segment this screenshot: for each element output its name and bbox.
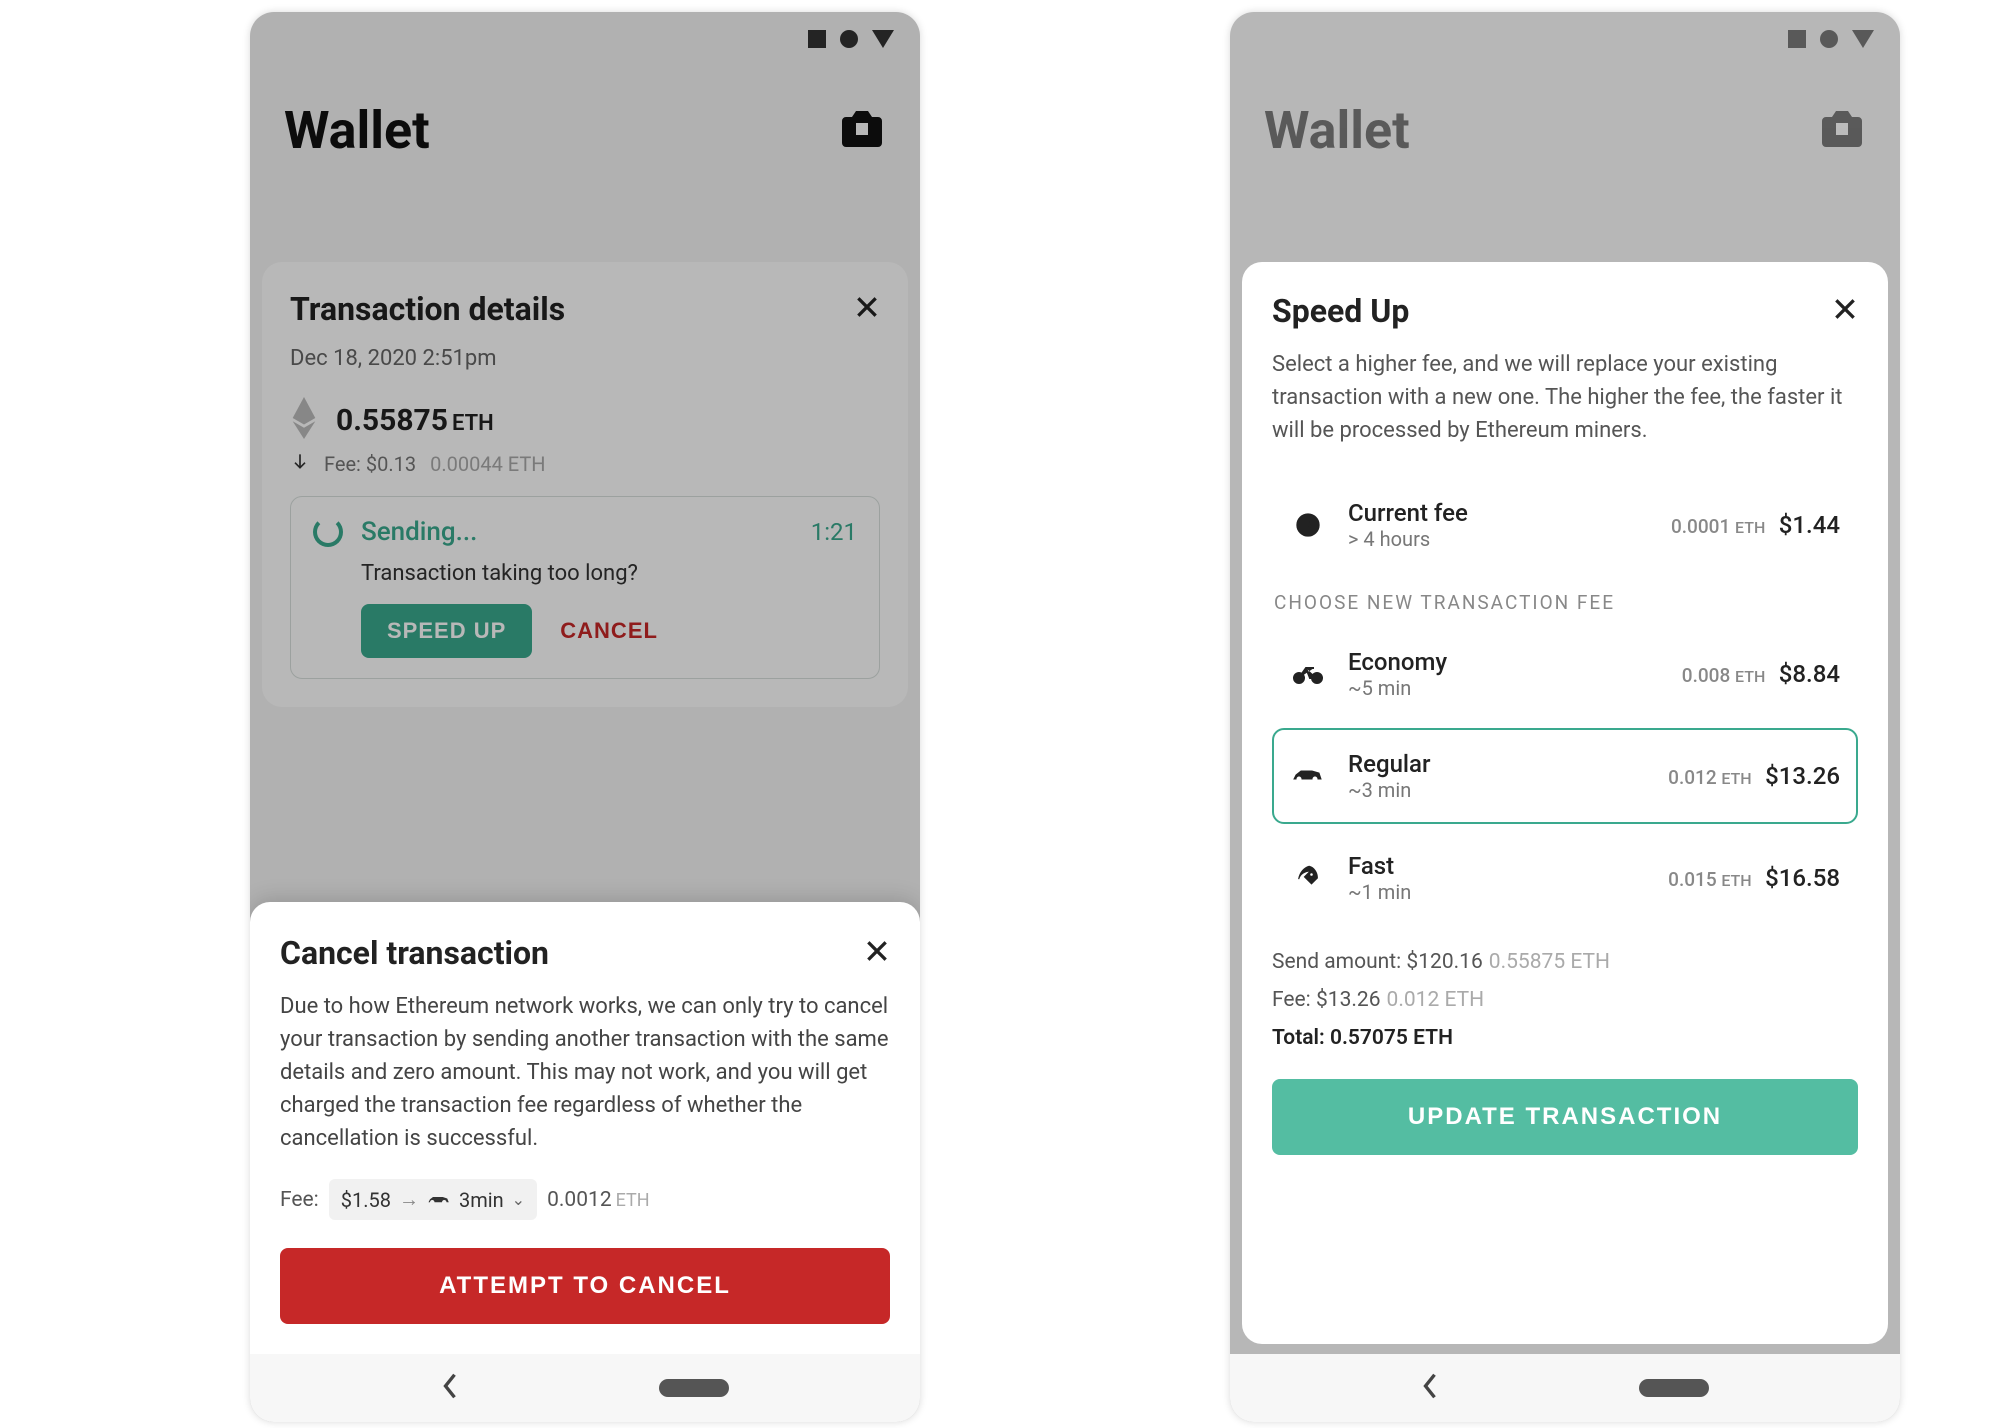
choose-fee-label: CHOOSE NEW TRANSACTION FEE [1274,591,1858,614]
nav-back-button[interactable] [1421,1372,1439,1404]
fee-option-regular[interactable]: Regular ~3 min 0.012 ETH $13.26 [1272,728,1858,824]
fee-speed-chip[interactable]: $1.58 → 3min ⌄ [329,1179,537,1220]
nav-bar [250,1354,920,1422]
transaction-amount: 0.55875ETH [336,403,494,438]
fee-eth: 0.00044 ETH [430,452,545,476]
speed-up-sheet: Speed Up Select a higher fee, and we wil… [1242,262,1888,1344]
speed-up-description: Select a higher fee, and we will replace… [1272,348,1858,447]
current-fee-value: 0.0001 ETH $1.44 [1671,511,1840,539]
sending-label: Sending... [361,517,477,547]
clock-icon [1290,511,1326,539]
nav-back-button[interactable] [441,1372,459,1404]
car-icon [1290,762,1326,790]
speed-up-button[interactable]: SPEED UP [361,604,532,658]
bicycle-icon [1290,660,1326,688]
fee-option-fast[interactable]: Fast ~1 min 0.015 ETH $16.58 [1272,830,1858,926]
arrow-down-icon [290,451,310,476]
app-header: Wallet [250,66,920,189]
cancel-sheet-title: Cancel transaction [280,934,549,972]
scan-qr-icon[interactable] [838,109,886,153]
transaction-timestamp: Dec 18, 2020 2:51pm [290,346,880,371]
status-triangle-icon [872,30,894,48]
rocket-icon [1290,864,1326,892]
cancel-description: Due to how Ethereum network works, we ca… [280,990,890,1155]
current-fee-name: Current fee [1348,499,1468,527]
fee-usd: Fee: $0.13 [324,452,416,476]
status-circle-icon [840,30,858,48]
nav-home-pill[interactable] [659,1379,729,1397]
status-bar [250,12,920,66]
sending-status-box: Sending... 1:21 Transaction taking too l… [290,496,880,679]
car-icon [427,1192,451,1208]
chevron-down-icon: ⌄ [512,1190,525,1209]
close-icon[interactable] [864,938,890,968]
ethereum-icon [290,397,318,443]
sending-elapsed: 1:21 [811,518,857,546]
close-icon[interactable] [1832,296,1858,326]
nav-bar [1230,1354,1900,1422]
fee-option-economy[interactable]: Economy ~5 min 0.008 ETH $8.84 [1272,626,1858,722]
phone-screen-cancel: Wallet Transaction details Dec 18, 2020 … [250,12,920,1422]
close-icon[interactable] [854,294,880,324]
speed-up-title: Speed Up [1272,292,1409,330]
totals-block: Send amount: $120.160.55875 ETH Fee: $13… [1272,944,1858,1057]
sending-prompt: Transaction taking too long? [361,561,857,586]
update-transaction-button[interactable]: UPDATE TRANSACTION [1272,1079,1858,1155]
current-fee-time: > 4 hours [1348,527,1468,551]
transaction-details-title: Transaction details [290,290,565,328]
attempt-cancel-button[interactable]: ATTEMPT TO CANCEL [280,1248,890,1324]
fee-label: Fee: [280,1188,319,1212]
arrow-right-icon: → [399,1187,419,1212]
cancel-fee-eth: 0.0012ETH [547,1188,650,1212]
page-title: Wallet [284,100,430,161]
nav-home-pill[interactable] [1639,1379,1709,1397]
status-square-icon [808,30,826,48]
cancel-button[interactable]: CANCEL [560,604,658,658]
spinner-icon [313,517,343,547]
phone-screen-speedup: Wallet Speed Up Select a higher fee, and… [1230,12,1900,1422]
cancel-fee-row: Fee: $1.58 → 3min ⌄ 0.0012ETH [280,1179,890,1220]
transaction-details-sheet: Transaction details Dec 18, 2020 2:51pm … [262,262,908,707]
cancel-transaction-sheet: Cancel transaction Due to how Ethereum n… [250,902,920,1354]
current-fee-row: Current fee > 4 hours 0.0001 ETH $1.44 [1272,477,1858,573]
